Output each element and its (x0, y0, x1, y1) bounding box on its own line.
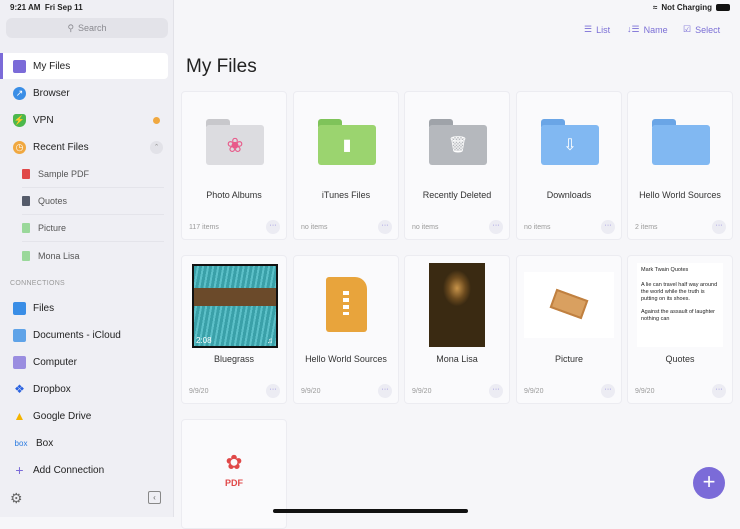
connection-files[interactable]: Files (0, 295, 168, 321)
plus-icon: + (15, 462, 24, 478)
more-icon[interactable]: ··· (378, 220, 392, 234)
itunes-folder-icon: ▮ (318, 119, 376, 165)
folder-downloads[interactable]: ⇩ Downloads no items ··· (516, 91, 622, 240)
recent-item-picture[interactable]: Picture (22, 215, 164, 242)
status-battery: ≈ Not Charging (653, 3, 730, 12)
dropbox-icon: ❖ (14, 382, 25, 396)
more-icon[interactable]: ··· (712, 220, 726, 234)
wifi-icon: ≈ (652, 3, 658, 12)
recent-item-quotes[interactable]: Quotes (22, 188, 164, 215)
more-icon[interactable]: ··· (489, 384, 503, 398)
more-icon[interactable]: ··· (601, 384, 615, 398)
connection-box[interactable]: box Box (0, 430, 168, 456)
files-icon (13, 301, 26, 315)
battery-icon (716, 4, 730, 11)
shield-icon: ⚡ (13, 113, 26, 127)
connection-computer[interactable]: Computer (0, 349, 168, 375)
sidebar-item-vpn[interactable]: ⚡ VPN (0, 107, 168, 133)
settings-gear-icon[interactable]: ⚙ (10, 490, 23, 507)
document-icon (22, 196, 30, 206)
file-sample-pdf[interactable]: ✿ PDF (181, 419, 287, 529)
collapse-sidebar-icon[interactable]: ‹ (148, 491, 161, 504)
sort-icon: ↓☰ (627, 24, 640, 34)
folder-recently-deleted[interactable]: 🗑 Recently Deleted no items ··· (404, 91, 510, 240)
google-drive-icon: ▲ (13, 409, 26, 423)
collapse-chevron-icon[interactable]: ⌃ (150, 140, 163, 154)
home-indicator (273, 509, 468, 513)
list-view-button[interactable]: ☰ List (584, 24, 610, 35)
image-icon (22, 250, 30, 261)
more-icon[interactable]: ··· (378, 384, 392, 398)
recent-item-mona-lisa[interactable]: Mona Lisa (22, 242, 164, 269)
connection-dropbox[interactable]: ❖ Dropbox (0, 376, 168, 402)
sidebar-item-my-files[interactable]: My Files (0, 53, 168, 79)
search-input[interactable]: ⚲ Search (6, 18, 168, 38)
file-mona-lisa[interactable]: Mona Lisa 9/9/20 ··· (404, 255, 510, 404)
folder-photo-albums[interactable]: ❀ Photo Albums 117 items ··· (181, 91, 287, 240)
download-folder-icon: ⇩ (541, 119, 599, 165)
photos-folder-icon: ❀ (206, 119, 264, 165)
add-button[interactable]: + (693, 467, 725, 499)
mona-lisa-thumbnail (429, 263, 485, 347)
music-note-icon: ♫ (267, 336, 273, 345)
more-icon[interactable]: ··· (489, 220, 503, 234)
sidebar-item-browser[interactable]: ↗ Browser (0, 80, 168, 106)
box-icon: box (14, 438, 28, 448)
notification-dot (153, 116, 160, 124)
file-quotes[interactable]: Mark Twain Quotes A lie can travel half w… (627, 255, 733, 404)
list-icon: ☰ (584, 24, 593, 34)
more-icon[interactable]: ··· (712, 384, 726, 398)
more-icon[interactable]: ··· (266, 384, 280, 398)
file-picture[interactable]: Picture 9/9/20 ··· (516, 255, 622, 404)
image-icon (22, 223, 30, 233)
audio-thumbnail: 2:08 ♫ (192, 264, 278, 348)
more-icon[interactable]: ··· (266, 220, 280, 234)
folder-itunes-files[interactable]: ▮ iTunes Files no items ··· (293, 91, 399, 240)
connections-header: CONNECTIONS (10, 280, 66, 287)
pdf-icon (22, 169, 30, 179)
trash-folder-icon: 🗑 (429, 119, 487, 165)
recent-item-sample-pdf[interactable]: Sample PDF (22, 161, 164, 188)
sidebar: 9:21 AM Fri Sep 11 ⚲ Search My Files ↗ Bro… (0, 0, 174, 517)
page-title: My Files (186, 56, 257, 77)
picture-thumbnail (524, 272, 614, 338)
add-connection-button[interactable]: + Add Connection (0, 457, 168, 483)
compass-icon: ↗ (13, 86, 26, 100)
file-bluegrass[interactable]: 2:08 ♫ Bluegrass 9/9/20 ··· (181, 255, 287, 404)
search-icon: ⚲ (67, 22, 75, 33)
file-hello-world-sources-zip[interactable]: Hello World Sources 9/9/20 ··· (293, 255, 399, 404)
checkbox-icon: ☑ (683, 24, 692, 34)
more-icon[interactable]: ··· (601, 220, 615, 234)
sidebar-item-recent-files[interactable]: ◷ Recent Files ⌃ (0, 134, 168, 160)
computer-icon (13, 355, 26, 369)
folder-hello-world-sources[interactable]: Hello World Sources 2 items ··· (627, 91, 733, 240)
folder-icon (652, 119, 710, 165)
status-time: 9:21 AM Fri Sep 11 (10, 3, 83, 12)
sort-name-button[interactable]: ↓☰ Name (627, 24, 668, 35)
zip-file-icon (326, 277, 367, 332)
select-button[interactable]: ☑ Select (683, 24, 720, 35)
clock-icon: ◷ (13, 140, 26, 154)
connection-google-drive[interactable]: ▲ Google Drive (0, 403, 168, 429)
quotes-preview: Mark Twain Quotes A lie can travel half w… (637, 263, 723, 347)
pdf-acrobat-icon: ✿ (225, 452, 243, 474)
icloud-documents-icon (13, 328, 26, 342)
connection-icloud[interactable]: Documents - iCloud (0, 322, 168, 348)
folder-icon (13, 59, 26, 73)
